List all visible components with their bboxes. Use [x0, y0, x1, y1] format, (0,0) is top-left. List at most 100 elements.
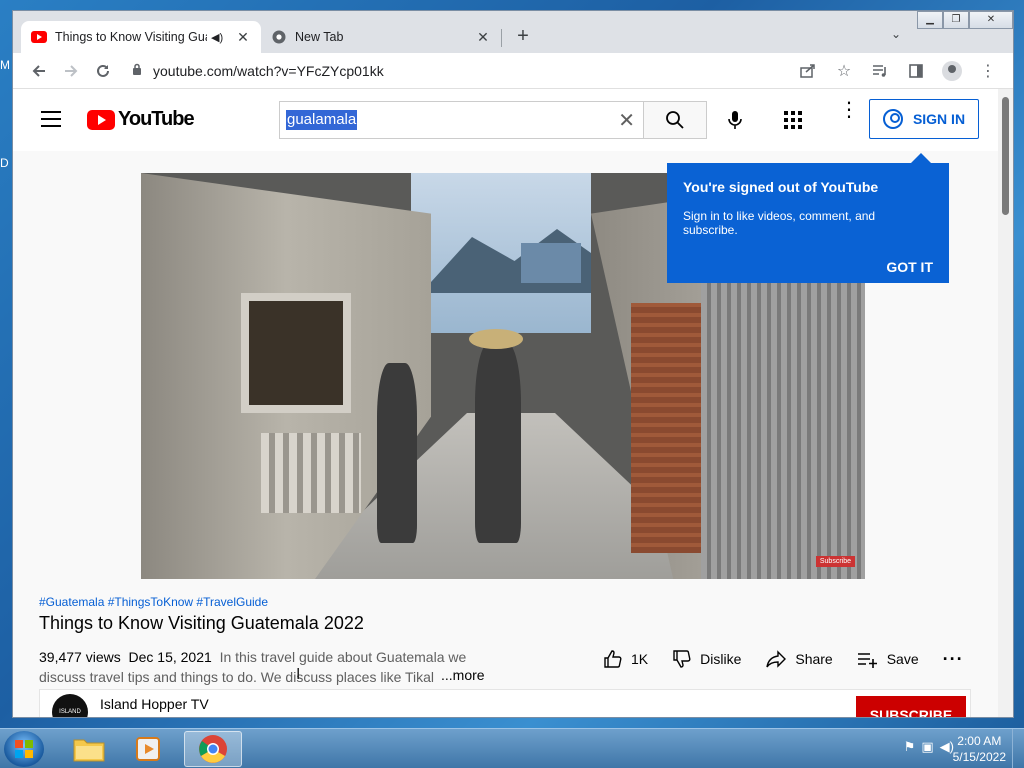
tab-new-tab[interactable]: New Tab ✕ — [261, 21, 501, 53]
voice-search-button[interactable] — [721, 106, 749, 134]
sign-in-label: SIGN IN — [912, 111, 966, 127]
more-actions-icon[interactable]: ··· — [943, 649, 964, 670]
youtube-logo[interactable]: YouTube — [87, 108, 195, 131]
chrome-icon — [199, 735, 227, 763]
taskbar-file-explorer[interactable] — [60, 731, 118, 767]
video-title: Things to Know Visiting Guatemala 2022 — [39, 613, 364, 633]
tab-youtube[interactable]: Things to Know Visiting Gua ◀) ✕ — [21, 21, 261, 53]
channel-name[interactable]: Island Hopper TV — [100, 696, 209, 712]
system-clock[interactable]: 2:00 AM 5/15/2022 — [953, 733, 1006, 765]
apps-grid-icon[interactable] — [781, 108, 805, 132]
share-page-icon[interactable] — [793, 57, 823, 85]
playlist-add-icon — [857, 653, 877, 668]
share-button[interactable]: Share — [765, 649, 833, 669]
video-frame-metal-sheet — [701, 283, 865, 579]
scrollbar-thumb[interactable] — [1002, 97, 1009, 215]
search-button[interactable] — [643, 101, 707, 139]
channel-avatar[interactable]: ISLAND HOPPER — [52, 694, 88, 717]
got-it-button[interactable]: GOT IT — [683, 259, 933, 275]
tooltip-body: Sign in to like videos, comment, and sub… — [683, 209, 876, 237]
video-frame-shop-window — [241, 293, 351, 413]
chrome-menu-icon[interactable]: ⋮ — [973, 57, 1003, 85]
video-meta[interactable]: 39,477 views Dec 15, 2021 In this travel… — [39, 647, 469, 687]
youtube-favicon-icon — [31, 29, 47, 45]
sign-in-button[interactable]: SIGN IN — [869, 99, 979, 139]
text-cursor-icon: I — [296, 666, 301, 683]
minimize-button[interactable]: ▁ — [917, 11, 943, 29]
dislike-button[interactable]: Dislike — [672, 649, 741, 669]
thumbs-down-icon — [673, 650, 691, 668]
subscribe-watermark[interactable]: Subscribe — [815, 556, 855, 567]
back-button[interactable] — [23, 57, 55, 85]
like-count: 1K — [631, 651, 649, 667]
dislike-label: Dislike — [700, 651, 742, 667]
clear-search-icon[interactable]: ✕ — [618, 108, 635, 133]
tooltip-title: You're signed out of YouTube — [683, 179, 879, 195]
channel-row: ISLAND HOPPER Island Hopper TV SUBSCRIBE — [39, 689, 971, 717]
video-frame-person-2 — [475, 343, 521, 543]
address-bar[interactable]: youtube.com/watch?v=YFcZYcp01kk — [127, 57, 847, 85]
search-input[interactable]: gualamala ✕ — [279, 101, 643, 139]
youtube-wordmark: YouTube — [118, 108, 195, 130]
tab-title: Things to Know Visiting Gua — [55, 30, 207, 44]
address-text[interactable]: youtube.com/watch?v=YFcZYcp01kk — [153, 63, 384, 79]
close-tab-icon[interactable]: ✕ — [235, 29, 251, 46]
windows-logo-icon — [15, 740, 33, 758]
taskbar-chrome[interactable] — [184, 731, 242, 767]
microphone-icon — [728, 111, 742, 129]
reload-button[interactable] — [87, 57, 119, 85]
folder-icon — [73, 739, 105, 762]
tab-title: New Tab — [295, 30, 344, 44]
clock-date: 5/15/2022 — [952, 750, 1006, 764]
thumbs-up-icon — [604, 650, 622, 668]
hamburger-menu-icon[interactable] — [41, 111, 61, 132]
restore-button[interactable]: ❐ — [943, 11, 969, 29]
taskbar-media-player[interactable] — [120, 731, 178, 767]
close-tab-icon[interactable]: ✕ — [475, 29, 491, 46]
lock-icon[interactable] — [127, 63, 147, 78]
view-count: 39,477 views — [39, 649, 121, 665]
youtube-play-icon — [87, 109, 115, 130]
signed-out-tooltip: You're signed out of YouTube Sign in to … — [667, 153, 949, 283]
close-window-button[interactable]: ✕ — [969, 11, 1013, 29]
subscribe-button[interactable]: SUBSCRIBE — [856, 696, 966, 717]
search-icon — [666, 111, 684, 129]
tab-search-chevron-icon[interactable]: ⌄ — [891, 27, 901, 41]
show-desktop-button[interactable] — [1012, 729, 1024, 768]
show-more-link[interactable]: ...more — [441, 667, 485, 683]
speaker-icon[interactable]: ◀) — [211, 31, 227, 44]
side-panel-icon[interactable] — [901, 57, 931, 85]
save-button[interactable]: Save — [857, 649, 919, 669]
page-scrollbar[interactable] — [998, 89, 1013, 717]
video-frame-hat — [469, 329, 523, 349]
like-button[interactable]: 1K — [603, 649, 648, 669]
window-controls: ▁ ❐ ✕ — [917, 11, 1013, 29]
youtube-header: YouTube gualamala ✕ ⋮ SIGN IN — [13, 89, 1013, 151]
media-control-icon[interactable] — [865, 57, 895, 85]
chrome-favicon-icon — [271, 29, 287, 45]
toolbar-actions: ☆ ⋮ — [793, 57, 1003, 85]
share-arrow-icon — [766, 650, 787, 668]
account-icon — [882, 109, 903, 129]
upload-date: Dec 15, 2021 — [128, 649, 212, 665]
youtube-page: YouTube gualamala ✕ ⋮ SIGN IN You're sig — [13, 89, 1013, 717]
video-frame-person-1 — [377, 363, 417, 543]
browser-window: Things to Know Visiting Gua ◀) ✕ New Tab… — [12, 10, 1014, 718]
profile-avatar — [942, 61, 962, 81]
network-icon[interactable]: ▣ — [921, 739, 933, 755]
video-hashtags[interactable]: #Guatemala #ThingsToKnow #TravelGuide — [39, 595, 268, 609]
share-label: Share — [795, 651, 833, 667]
bookmark-star-icon[interactable]: ☆ — [829, 57, 859, 85]
profile-icon[interactable] — [937, 57, 967, 85]
start-button[interactable] — [4, 731, 44, 767]
system-tray: ⚑ ▣ ◀) — [904, 739, 954, 755]
video-frame-balustrade — [261, 433, 361, 513]
search-query-text[interactable]: gualamala — [286, 110, 358, 130]
tab-separator — [501, 29, 502, 47]
media-player-icon — [136, 737, 160, 761]
settings-more-icon[interactable]: ⋮ — [839, 100, 859, 120]
new-tab-button[interactable]: + — [511, 25, 535, 49]
action-center-flag-icon[interactable]: ⚑ — [904, 739, 916, 755]
save-label: Save — [886, 651, 919, 667]
forward-button[interactable] — [55, 57, 87, 85]
